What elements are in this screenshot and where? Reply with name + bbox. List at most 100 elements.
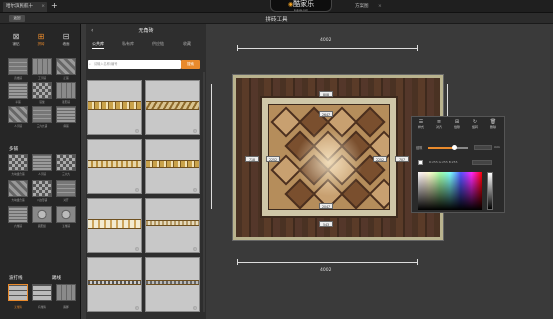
catalog-title: 无角砖 bbox=[138, 28, 154, 34]
tile-card[interactable]: i bbox=[87, 80, 142, 135]
brightness-slider[interactable] bbox=[487, 172, 493, 210]
close-icon[interactable]: × bbox=[378, 4, 382, 9]
tile-card[interactable]: i bbox=[145, 257, 200, 312]
layout-thumb[interactable] bbox=[32, 180, 52, 197]
info-icon[interactable]: i bbox=[193, 188, 197, 192]
gap-unit: mm bbox=[494, 145, 500, 149]
layout-thumb[interactable] bbox=[32, 58, 52, 75]
dimension-tag[interactable]: 707 bbox=[395, 156, 409, 162]
section-title: 多铺 bbox=[9, 147, 18, 152]
mode-wall-button[interactable]: ⊟ 墙面 bbox=[54, 32, 78, 50]
layout-thumb-label: 有角砖 bbox=[38, 306, 46, 309]
dimension-tag[interactable]: 2047 bbox=[319, 203, 333, 209]
new-tab-button[interactable]: + bbox=[51, 1, 58, 11]
tile-card[interactable]: i bbox=[145, 80, 200, 135]
info-icon[interactable]: i bbox=[135, 188, 139, 192]
layout-thumb[interactable] bbox=[56, 180, 76, 197]
info-icon[interactable]: i bbox=[193, 247, 197, 251]
layout-thumb[interactable] bbox=[8, 106, 28, 123]
gap-value-input[interactable] bbox=[474, 145, 492, 150]
info-icon[interactable]: i bbox=[135, 247, 139, 251]
mode-label: 墙面 bbox=[62, 42, 70, 46]
mode-grid-button[interactable]: ⊞ 拼砖 bbox=[29, 32, 53, 50]
style-label: 样式 bbox=[417, 125, 424, 129]
scrollbar[interactable] bbox=[203, 72, 205, 312]
layout-thumb-label: 八边形铺 bbox=[36, 199, 48, 202]
dimension-tag[interactable]: 718 bbox=[245, 156, 259, 162]
layout-thumb[interactable] bbox=[56, 82, 76, 99]
align-button[interactable]: ≡ 对齐 bbox=[432, 119, 446, 129]
close-icon[interactable]: × bbox=[41, 2, 45, 12]
rotate-button[interactable]: ↻ 旋转 bbox=[468, 119, 482, 129]
layout-thumb[interactable] bbox=[8, 82, 28, 99]
tile-card[interactable]: i bbox=[87, 139, 142, 194]
dimension-tag[interactable]: 2647 bbox=[319, 111, 333, 117]
layout-thumb[interactable] bbox=[56, 154, 76, 171]
plan-tab-label: 方案图 bbox=[355, 4, 369, 9]
layout-thumb[interactable] bbox=[56, 206, 76, 223]
gap-label: 缝隙 bbox=[453, 125, 460, 129]
layout-thumb[interactable] bbox=[56, 58, 76, 75]
delete-button[interactable]: 🗑 删除 bbox=[486, 119, 500, 129]
layout-thumb-label: 三六九 bbox=[62, 173, 70, 176]
dimension-tick bbox=[417, 45, 418, 51]
section-title: 踢线 bbox=[52, 276, 61, 281]
tile-card[interactable]: i bbox=[145, 198, 200, 253]
layout-thumb[interactable] bbox=[56, 284, 76, 301]
layout-thumb-label: 斜铺 bbox=[63, 125, 69, 128]
layout-thumb-label: 五角铺 bbox=[62, 225, 70, 228]
gap-button[interactable]: ⊞ 缝隙 bbox=[450, 119, 464, 129]
layout-thumb[interactable] bbox=[8, 154, 28, 171]
layout-thumb[interactable] bbox=[56, 106, 76, 123]
info-icon[interactable]: i bbox=[135, 129, 139, 133]
dimension-tag[interactable]: 808 bbox=[319, 91, 333, 97]
single-tile-icon: ⊠ bbox=[12, 32, 20, 41]
layout-thumb-label: 对开 bbox=[63, 199, 69, 202]
dimension-tick bbox=[417, 259, 418, 265]
layout-thumb[interactable] bbox=[32, 154, 52, 171]
mode-tile-button[interactable]: ⊠ 铺贴 bbox=[4, 32, 28, 50]
layout-thumb[interactable] bbox=[8, 284, 28, 301]
search-icon: ⌕ bbox=[89, 62, 91, 66]
dimension-tag[interactable]: 2252 bbox=[266, 156, 280, 162]
color-value: R:255 G:255 B:255 bbox=[429, 160, 458, 164]
layout-thumb-label: 工字铺 bbox=[38, 77, 46, 80]
tab-private[interactable]: 私有库 bbox=[122, 41, 134, 49]
search-input[interactable]: ⌕ 请输入名称/编号 bbox=[88, 60, 181, 69]
layout-thumb-label: 圆形组 bbox=[38, 225, 46, 228]
layout-thumb[interactable] bbox=[32, 106, 52, 123]
color-hex-input[interactable] bbox=[472, 160, 492, 165]
layout-thumb-label: 三六九铺 bbox=[36, 125, 48, 128]
tile-card[interactable]: i bbox=[87, 257, 142, 312]
color-swatch[interactable] bbox=[418, 160, 423, 165]
tab-favorites[interactable]: 收藏 bbox=[183, 41, 191, 49]
dimension-tag[interactable]: 2252 bbox=[373, 156, 387, 162]
gap-slider-handle[interactable] bbox=[452, 145, 457, 150]
dimension-line bbox=[237, 48, 418, 49]
tab-supply[interactable]: 供应链 bbox=[152, 41, 164, 49]
dimension-tag[interactable]: 543 bbox=[319, 221, 333, 227]
layout-thumb[interactable] bbox=[32, 206, 52, 223]
tile-card[interactable]: i bbox=[87, 198, 142, 253]
search-placeholder: 请输入名称/编号 bbox=[94, 62, 118, 66]
plan-tab[interactable]: 方案图 × bbox=[355, 2, 382, 12]
layout-thumb[interactable] bbox=[32, 284, 52, 301]
layout-thumb-label: 人字铺 bbox=[38, 173, 46, 176]
info-icon[interactable]: i bbox=[135, 306, 139, 310]
light-highlight bbox=[268, 104, 390, 210]
layout-thumb[interactable] bbox=[32, 82, 52, 99]
layout-thumb[interactable] bbox=[8, 180, 28, 197]
color-picker[interactable] bbox=[418, 172, 482, 210]
dimension-tick bbox=[237, 259, 238, 265]
style-button[interactable]: ☰ 样式 bbox=[414, 119, 428, 129]
tab-public[interactable]: 公共库 bbox=[92, 41, 104, 49]
info-icon[interactable]: i bbox=[193, 129, 197, 133]
section-title: 波打线 bbox=[9, 276, 23, 281]
info-icon[interactable]: i bbox=[193, 306, 197, 310]
document-tab[interactable]: 哈尔滨民航十 × bbox=[3, 2, 47, 12]
search-button[interactable]: 搜索 bbox=[181, 60, 200, 69]
layout-thumb[interactable] bbox=[8, 58, 28, 75]
layout-thumb[interactable] bbox=[8, 206, 28, 223]
logo-text: 酷家乐 bbox=[293, 0, 315, 8]
tile-card[interactable]: i bbox=[145, 139, 200, 194]
